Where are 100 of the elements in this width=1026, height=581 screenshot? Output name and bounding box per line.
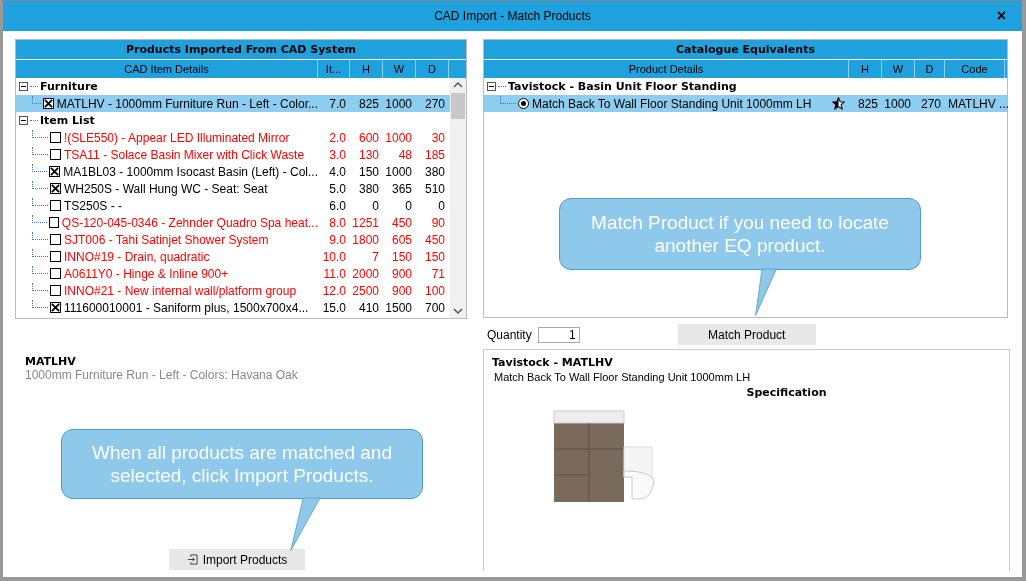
match-product-button[interactable]: Match Product [677, 324, 816, 345]
checkbox[interactable] [50, 200, 61, 211]
table-cell-text: 150 [423, 249, 446, 264]
checkbox[interactable] [50, 183, 61, 194]
checkbox[interactable] [49, 166, 61, 177]
table-cell-text: 12.0 [321, 283, 347, 298]
table-cell-text: 700 [423, 300, 446, 315]
product-title: Tavistock - MATLHV [492, 356, 614, 369]
column-header[interactable]: Product Details [484, 60, 849, 78]
collapse-icon[interactable] [487, 82, 496, 91]
close-button[interactable]: × [994, 7, 1008, 25]
cad-item-row[interactable]: !(SLE550) - Appear LED Illuminated Mirror 2.0 600 1000 30 [16, 129, 450, 146]
checkbox[interactable] [42, 98, 54, 109]
column-header[interactable]: It... [318, 60, 350, 78]
tree-group-label: Furniture [40, 80, 98, 93]
import-icon [186, 554, 198, 565]
table-cell-text: 380 [357, 181, 380, 196]
table-cell-text: 600 [357, 130, 380, 145]
table-cell-text: 450 [390, 215, 413, 230]
checkbox[interactable] [50, 234, 61, 245]
product-name: Match Back To Wall Floor Standing Unit 1000mm LH [532, 96, 812, 111]
column-header[interactable]: CAD Item Details [16, 60, 318, 78]
column-header[interactable]: W [882, 60, 915, 78]
column-header[interactable]: D [915, 60, 945, 78]
item-name: TSA11 - Solace Basin Mixer with Click Waste [64, 147, 305, 162]
cad-item-row[interactable]: QS-120-045-0346 - Zehnder Quadro Spa heat... 8.0 1251 450 90 [16, 214, 450, 231]
collapse-icon[interactable] [19, 116, 28, 125]
table-cell-text: 185 [423, 147, 446, 162]
import-products-button[interactable]: Import Products [169, 549, 305, 570]
checkbox[interactable] [48, 217, 59, 228]
table-cell-text: 71 [430, 266, 446, 281]
table-cell-text: 450 [423, 232, 446, 247]
table-cell-text: 5.0 [328, 181, 347, 196]
scroll-down-icon[interactable] [453, 307, 463, 315]
table-cell-text: 900 [390, 266, 413, 281]
panel-title: Products Imported From CAD System [16, 40, 466, 60]
cad-item-row[interactable]: INNO#19 - Drain, quadratic 10.0 7 150 150 [16, 248, 450, 265]
table-cell-text: 7 [371, 249, 380, 264]
table-cell-text: 0 [437, 198, 446, 213]
table-cell-text: 30 [430, 130, 446, 145]
table-cell-text: 15.0 [321, 300, 347, 315]
table-cell-text: 130 [357, 147, 380, 162]
table-cell-text: 10.0 [321, 249, 347, 264]
column-header[interactable]: H [849, 60, 882, 78]
column-header[interactable]: H [350, 60, 383, 78]
product-description: 1000mm Furniture Run - Left - Colors: Havana Oak [24, 368, 299, 382]
table-cell-text: 1800 [351, 232, 380, 247]
cad-item-row[interactable]: SJT006 - Tahi Satinjet Shower System 9.0 1800 605 450 [16, 231, 450, 248]
column-header[interactable]: D [416, 60, 449, 78]
star-icon[interactable] [832, 97, 845, 110]
cad-item-row[interactable]: 111600010001 - Saniform plus, 1500x700x4... 15.0 410 1500 700 [16, 299, 450, 316]
column-header[interactable]: Code [945, 60, 1005, 78]
product-description: Match Back To Wall Floor Standing Unit 1000mm LH [493, 371, 752, 383]
scroll-up-icon[interactable] [453, 81, 463, 89]
table-cell-text: 365 [390, 181, 413, 196]
table-cell-text: 270 [919, 96, 942, 111]
table-cell-text: 900 [390, 283, 413, 298]
checkbox[interactable] [50, 132, 61, 143]
cad-item-row[interactable]: TS250S - - 6.0 0 0 0 [16, 197, 450, 214]
cad-item-row[interactable]: A0611Y0 - Hinge & Inline 900+ 11.0 2000 900 71 [16, 265, 450, 282]
checkbox[interactable] [50, 149, 61, 160]
table-cell-text: 825 [357, 96, 380, 111]
table-cell-text: 0 [371, 198, 380, 213]
table-cell-text: 1000 [883, 96, 912, 111]
table-cell-text: 7.0 [328, 96, 347, 111]
cad-item-row[interactable]: MA1BL03 - 1000mm Isocast Basin (Left) - Col... 4.0 150 1000 380 [16, 163, 450, 180]
table-cell-text: 270 [423, 96, 446, 111]
item-name: 111600010001 - Saniform plus, 1500x700x4... [64, 300, 309, 315]
cad-item-row[interactable]: MATLHV - 1000mm Furniture Run - Left - Color... 7.0 825 1000 270 [16, 95, 450, 112]
checkbox[interactable] [50, 268, 61, 279]
item-name: INNO#21 - New internal wall/platform group [64, 283, 297, 298]
column-header[interactable]: W [383, 60, 416, 78]
item-name: !(SLE550) - Appear LED Illuminated Mirror [64, 130, 290, 145]
checkbox[interactable] [50, 251, 61, 262]
cad-item-row[interactable]: WH250S - Wall Hung WC - Seat: Seat 5.0 380 365 510 [16, 180, 450, 197]
scroll-thumb[interactable] [451, 93, 465, 119]
item-name: SJT006 - Tahi Satinjet Shower System [64, 232, 269, 247]
table-cell-text: 90 [430, 215, 446, 230]
table-cell-text: 1500 [384, 300, 413, 315]
specification-heading: Specification [746, 386, 827, 399]
table-cell-text: 11.0 [322, 266, 347, 281]
radio-button[interactable] [518, 98, 529, 109]
cad-item-row[interactable]: TSA11 - Solace Basin Mixer with Click Waste 3.0 130 48 185 [16, 146, 450, 163]
checkbox[interactable] [50, 302, 61, 313]
table-cell-text: 150 [390, 249, 413, 264]
table-cell-text: 2000 [351, 266, 380, 281]
item-name: QS-120-045-0346 - Zehnder Quadro Spa heat... [61, 215, 318, 230]
table-cell-text: 1251 [351, 215, 380, 230]
catalogue-item-row[interactable]: Match Back To Wall Floor Standing Unit 1000mm LH 825 1000 270 MATLHV ... [484, 95, 1007, 112]
table-cell-text: 605 [390, 232, 413, 247]
product-code: MATLHV [24, 355, 77, 368]
table-cell-text: 1000 [384, 96, 413, 111]
window-title: CAD Import - Match Products [434, 9, 591, 23]
checkbox[interactable] [50, 285, 61, 296]
table-cell-text: 2500 [351, 283, 380, 298]
cad-item-row[interactable]: INNO#21 - New internal wall/platform group 12.0 2500 900 100 [16, 282, 450, 299]
collapse-icon[interactable] [19, 82, 28, 91]
quantity-field[interactable]: 1 [537, 326, 580, 343]
scrollbar[interactable] [450, 78, 466, 318]
table-cell-text: 510 [423, 181, 446, 196]
